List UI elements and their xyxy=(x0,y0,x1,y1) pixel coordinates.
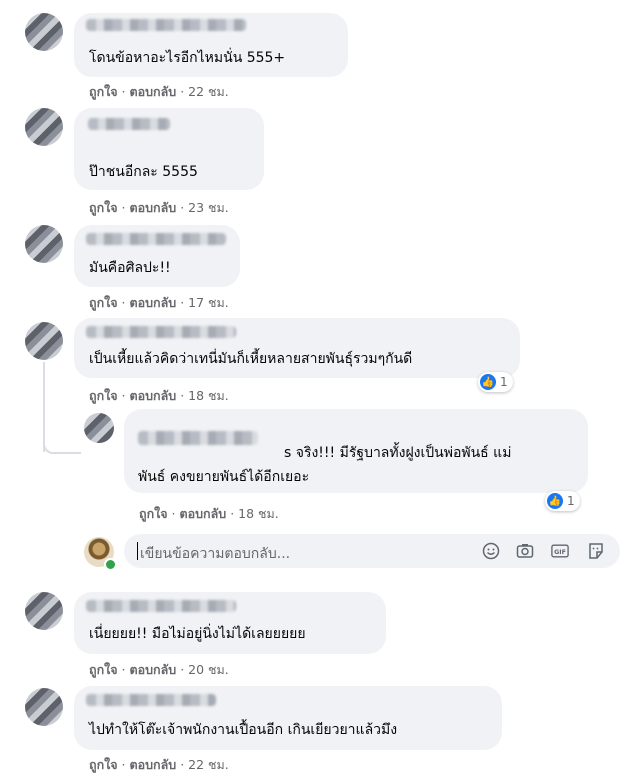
like-link[interactable]: ถูกใจ xyxy=(89,84,118,99)
like-link[interactable]: ถูกใจ xyxy=(89,295,118,310)
reply-link[interactable]: ตอบกลับ xyxy=(130,295,177,310)
thread-line xyxy=(43,362,45,452)
reply-link[interactable]: ตอบกลับ xyxy=(180,506,227,521)
reaction-count[interactable]: 👍 1 xyxy=(545,491,580,511)
like-link[interactable]: ถูกใจ xyxy=(89,662,118,677)
comment-time[interactable]: 17 ชม. xyxy=(188,295,229,310)
reply-link[interactable]: ตอบกลับ xyxy=(130,757,177,772)
reaction-number: 1 xyxy=(567,494,575,508)
gif-icon[interactable]: GIF xyxy=(551,542,569,560)
comment-time[interactable]: 22 ชม. xyxy=(188,757,229,772)
comment-text: เนี่ยยยย!! มือไม่อยู่นิ่งไม่ได้เลยยยยย xyxy=(89,626,306,642)
reaction-number: 1 xyxy=(500,375,508,389)
commenter-name[interactable] xyxy=(88,118,170,130)
reply-link[interactable]: ตอบกลับ xyxy=(130,662,177,677)
commenter-name[interactable] xyxy=(86,600,236,612)
like-icon: 👍 xyxy=(547,493,563,509)
reply-link[interactable]: ตอบกลับ xyxy=(130,388,177,403)
commenter-avatar[interactable] xyxy=(25,322,63,360)
comment-actions: ถูกใจ · ตอบกลับ · 17 ชม. xyxy=(89,295,229,310)
comment-bubble: เนี่ยยยย!! มือไม่อยู่นิ่งไม่ได้เลยยยยย xyxy=(74,592,386,654)
comment-actions: ถูกใจ · ตอบกลับ · 18 ชม. xyxy=(89,388,229,403)
comment-bubble: มันคือศิลปะ!! xyxy=(74,225,240,287)
comment-time[interactable]: 23 ชม. xyxy=(188,200,229,215)
replier-name[interactable] xyxy=(138,431,258,445)
comment-time[interactable]: 20 ชม. xyxy=(188,662,229,677)
emoji-icon[interactable] xyxy=(482,542,500,560)
commenter-avatar[interactable] xyxy=(25,592,63,630)
comment-text: โดนข้อหาอะไรอีกไหมนั่น 555+ xyxy=(89,50,286,66)
commenter-avatar[interactable] xyxy=(25,688,63,726)
comment-text: ป๊าชนอีกละ 5555 xyxy=(89,164,198,180)
reply-link[interactable]: ตอบกลับ xyxy=(130,84,177,99)
comment-text: มันคือศิลปะ!! xyxy=(89,260,171,276)
commenter-name[interactable] xyxy=(86,233,226,245)
commenter-name[interactable] xyxy=(86,326,236,338)
reply-link[interactable]: ตอบกลับ xyxy=(130,200,177,215)
comment-text: ไปทำให้โต๊ะเจ้าพนักงานเปื้อนอีก เกินเยีย… xyxy=(89,722,398,738)
sticker-icon[interactable] xyxy=(587,542,605,560)
comment-time[interactable]: 22 ชม. xyxy=(188,84,229,99)
reply-text-line1: s จริง!!! มีรัฐบาลทั้งฝูงเป็นพ่อพันธ์ แม… xyxy=(284,445,512,461)
comment-bubble: โดนข้อหาอะไรอีกไหมนั่น 555+ xyxy=(74,13,348,77)
comment-actions: ถูกใจ · ตอบกลับ · 22 ชม. xyxy=(89,84,229,99)
comment-bubble: ไปทำให้โต๊ะเจ้าพนักงานเปื้อนอีก เกินเยีย… xyxy=(74,686,502,750)
like-icon: 👍 xyxy=(480,374,496,390)
online-status-dot xyxy=(104,558,117,571)
thread-connector xyxy=(43,440,81,454)
commenter-avatar[interactable] xyxy=(25,13,63,51)
commenter-name[interactable] xyxy=(86,19,246,31)
text-cursor xyxy=(137,542,138,560)
comment-time[interactable]: 18 ชม. xyxy=(188,388,229,403)
reply-bubble: s จริง!!! มีรัฐบาลทั้งฝูงเป็นพ่อพันธ์ แม… xyxy=(124,409,588,493)
comment-actions: ถูกใจ · ตอบกลับ · 22 ชม. xyxy=(89,757,229,772)
replier-avatar[interactable] xyxy=(84,413,114,443)
comment-actions: ถูกใจ · ตอบกลับ · 20 ชม. xyxy=(89,662,229,677)
reply-text-line2: พันธ์ คงขยายพันธ์ได้อีกเยอะ xyxy=(138,469,310,485)
like-link[interactable]: ถูกใจ xyxy=(89,757,118,772)
comment-actions: ถูกใจ · ตอบกลับ · 23 ชม. xyxy=(89,200,229,215)
comment-text: เป็นเหี้ยแล้วคิดว่าเทนี่มันก็เหี้ยหลายสา… xyxy=(89,351,413,367)
reply-input-box[interactable]: เขียนข้อความตอบกลับ... GIF xyxy=(124,534,620,568)
like-link[interactable]: ถูกใจ xyxy=(89,200,118,215)
reply-actions: ถูกใจ · ตอบกลับ · 18 ชม. xyxy=(139,506,279,521)
comment-bubble: เป็นเหี้ยแล้วคิดว่าเทนี่มันก็เหี้ยหลายสา… xyxy=(74,318,520,378)
commenter-avatar[interactable] xyxy=(25,108,63,146)
like-link[interactable]: ถูกใจ xyxy=(139,506,168,521)
comment-bubble: ป๊าชนอีกละ 5555 xyxy=(74,108,264,190)
commenter-name[interactable] xyxy=(86,694,216,706)
commenter-avatar[interactable] xyxy=(25,225,63,263)
reply-input[interactable]: เขียนข้อความตอบกลับ... xyxy=(140,543,290,565)
reply-time[interactable]: 18 ชม. xyxy=(238,506,279,521)
svg-text:GIF: GIF xyxy=(554,549,566,556)
camera-icon[interactable] xyxy=(516,542,534,560)
like-link[interactable]: ถูกใจ xyxy=(89,388,118,403)
reaction-count[interactable]: 👍 1 xyxy=(478,372,513,392)
